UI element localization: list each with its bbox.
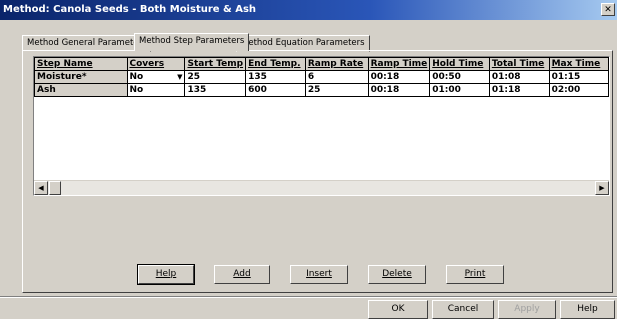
column-header-total-time[interactable]: Total Time [488,57,550,71]
scroll-left-icon[interactable]: ◀ [34,181,48,195]
table-row: Moisture* No ▼ 25 135 6 00:18 00:50 01:08… [34,70,609,84]
window-title: Method: Canola Seeds - Both Moisture & A… [3,4,257,15]
column-header-covers[interactable]: Covers [126,57,186,71]
title-bar: Method: Canola Seeds - Both Moisture & A… [0,0,617,20]
close-icon[interactable]: ✕ [601,3,615,16]
cancel-button[interactable]: Cancel [432,300,494,319]
column-header-start-temp[interactable]: Start Temp [184,57,247,71]
total-time-cell[interactable]: 01:08 [488,70,550,84]
insert-button[interactable]: Insert [290,265,348,284]
step-name-cell[interactable]: Ash [34,83,128,97]
ok-button[interactable]: OK [368,300,428,319]
tab-step-parameters[interactable]: Method Step Parameters [134,33,250,51]
hold-time-cell[interactable]: 01:00 [429,83,490,97]
horizontal-scrollbar[interactable]: ◀ ▶ [34,180,609,195]
dropdown-arrow-icon[interactable]: ▼ [177,72,182,83]
max-time-cell[interactable]: 01:15 [548,70,609,84]
end-temp-cell[interactable]: 600 [245,83,306,97]
start-temp-cell[interactable]: 25 [184,70,247,84]
add-button[interactable]: Add [214,265,270,284]
scroll-thumb[interactable] [49,181,61,195]
step-name-cell[interactable]: Moisture* [34,70,128,84]
column-header-ramp-rate[interactable]: Ramp Rate [304,57,369,71]
separator [0,296,617,298]
step-grid[interactable]: Step Name Covers Start Temp End Temp. Ra… [33,56,610,196]
hold-time-cell[interactable]: 00:50 [429,70,490,84]
ramp-rate-cell[interactable]: 6 [304,70,369,84]
step-table: Step Name Covers Start Temp End Temp. Ra… [34,57,609,97]
column-header-max-time[interactable]: Max Time [548,57,609,71]
column-header-end-temp[interactable]: End Temp. [245,57,306,71]
delete-button[interactable]: Delete [368,265,426,284]
ramp-rate-cell[interactable]: 25 [304,83,369,97]
header-row: Step Name Covers Start Temp End Temp. Ra… [34,57,609,71]
column-header-hold-time[interactable]: Hold Time [429,57,490,71]
print-button[interactable]: Print [446,265,504,284]
end-temp-cell[interactable]: 135 [245,70,306,84]
start-temp-cell[interactable]: 135 [184,83,247,97]
max-time-cell[interactable]: 02:00 [548,83,609,97]
ramp-time-cell[interactable]: 00:18 [367,70,431,84]
dialog-help-button[interactable]: Help [560,300,615,319]
table-row: Ash No 135 600 25 00:18 01:00 01:18 02:0… [34,83,609,97]
covers-value: No [129,71,144,82]
column-header-ramp-time[interactable]: Ramp Time [367,57,431,71]
covers-dropdown[interactable]: No ▼ [126,70,186,84]
column-header-step-name[interactable]: Step Name [34,57,128,71]
total-time-cell[interactable]: 01:18 [488,83,550,97]
ramp-time-cell[interactable]: 00:18 [367,83,431,97]
covers-cell[interactable]: No [126,83,186,97]
scroll-right-icon[interactable]: ▶ [595,181,609,195]
apply-button[interactable]: Apply [498,300,556,319]
help-button[interactable]: Help [137,264,195,285]
